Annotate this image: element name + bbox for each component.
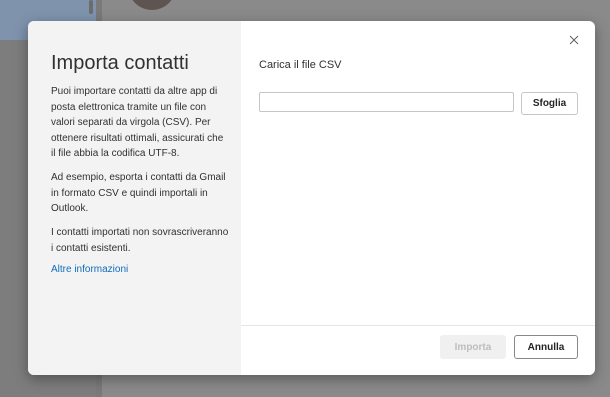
more-info-link[interactable]: Altre informazioni xyxy=(51,264,128,275)
import-button[interactable]: Importa xyxy=(440,335,506,359)
upload-csv-label: Carica il file CSV xyxy=(259,59,342,71)
footer-divider xyxy=(241,325,595,326)
info-paragraph-no-overwrite: I contatti importati non sovrascriverann… xyxy=(51,227,229,254)
dialog-title: Importa contatti xyxy=(51,52,189,74)
browse-button[interactable]: Sfoglia xyxy=(521,92,578,115)
info-paragraph-csv: Puoi importare contatti da altre app di … xyxy=(51,86,224,159)
import-contacts-dialog: Importa contatti Puoi importare contatti… xyxy=(28,21,595,375)
csv-file-path-input[interactable] xyxy=(259,92,514,112)
close-button[interactable] xyxy=(565,31,583,49)
close-icon xyxy=(569,35,579,45)
cancel-button[interactable]: Annulla xyxy=(514,335,578,359)
background-scrollbar xyxy=(89,0,93,14)
background-avatar xyxy=(128,0,176,10)
info-paragraph-gmail-example: Ad esempio, esporta i contatti da Gmail … xyxy=(51,172,226,214)
dialog-info-panel: Importa contatti Puoi importare contatti… xyxy=(28,21,241,375)
